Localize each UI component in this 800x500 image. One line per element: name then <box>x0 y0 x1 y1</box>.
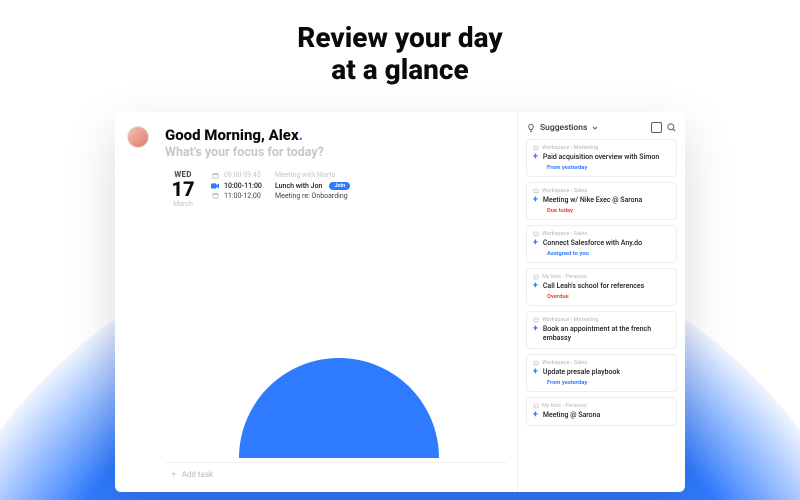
plus-icon: + <box>171 469 177 480</box>
suggestion-card[interactable]: Workspace › Sales + Meeting w/ Nike Exec @… <box>526 182 677 220</box>
layout-icon[interactable] <box>651 122 662 133</box>
suggestion-card[interactable]: My lists › Personal + Meeting @ Sarona <box>526 397 677 426</box>
card-title: Update presale playbook <box>543 368 620 377</box>
main-panel: Good Morning, Alex. What's your focus fo… <box>161 112 517 492</box>
folder-icon <box>533 145 539 151</box>
agenda-title: Meeting re: Onboarding <box>275 192 348 200</box>
card-meta: From yesterday <box>547 165 670 171</box>
card-breadcrumb: My lists › Personal <box>533 403 670 409</box>
card-title: Meeting w/ Nike Exec @ Sarona <box>543 196 642 205</box>
day-row: WED 17 March 09:00-09:45 Meeting with Ma… <box>165 170 507 208</box>
suggestion-cards: Workspace › Marketing + Paid acquisition o… <box>526 139 677 492</box>
card-breadcrumb: My lists › Personal <box>533 274 670 280</box>
suggestion-card[interactable]: Workspace › Sales + Connect Salesforce wit… <box>526 225 677 263</box>
join-button[interactable]: Join <box>329 182 350 190</box>
card-meta: Overdue <box>547 294 670 300</box>
marketing-line-1: Review your day <box>0 22 800 54</box>
add-icon[interactable]: + <box>533 325 538 343</box>
folder-icon <box>533 188 539 194</box>
app-window: Good Morning, Alex. What's your focus fo… <box>115 112 685 492</box>
suggestion-card[interactable]: My lists › Personal + Call Leah's school f… <box>526 268 677 306</box>
card-breadcrumb: Workspace › Marketing <box>533 317 670 323</box>
left-rail <box>115 112 161 492</box>
search-icon[interactable] <box>666 122 677 133</box>
card-breadcrumb: Workspace › Sales <box>533 360 670 366</box>
add-icon[interactable]: + <box>533 411 538 420</box>
add-task-input[interactable]: + Add task <box>165 462 507 486</box>
suggestion-card[interactable]: Workspace › Sales + Update presale playboo… <box>526 354 677 392</box>
card-title: Connect Salesforce with Any.do <box>543 239 642 248</box>
agenda: 09:00-09:45 Meeting with Marta 10:00-11:… <box>211 170 507 208</box>
avatar[interactable] <box>127 126 149 148</box>
card-meta: From yesterday <box>547 380 670 386</box>
folder-icon <box>533 403 539 409</box>
agenda-time: 11:00-12:00 <box>224 192 270 200</box>
agenda-time: 10:00-11:00 <box>224 182 270 190</box>
folder-icon <box>533 360 539 366</box>
agenda-title: Meeting with Marta <box>275 171 335 179</box>
date-day: 17 <box>165 179 201 199</box>
date-month: March <box>165 200 201 208</box>
chevron-down-icon <box>591 124 599 132</box>
card-breadcrumb: Workspace › Sales <box>533 231 670 237</box>
agenda-time: 09:00-09:45 <box>224 171 270 179</box>
suggestions-header[interactable]: Suggestions <box>526 122 677 133</box>
calendar-icon <box>211 192 219 199</box>
lightbulb-icon <box>526 123 536 133</box>
suggestion-card[interactable]: Workspace › Marketing + Paid acquisition o… <box>526 139 677 177</box>
marketing-heading: Review your day at a glance <box>0 0 800 86</box>
sun-illustration <box>239 358 439 458</box>
date-block: WED 17 March <box>165 170 201 208</box>
card-title: Call Leah's school for references <box>543 282 644 291</box>
card-meta: Assigned to you <box>547 251 670 257</box>
suggestion-card[interactable]: Workspace › Marketing + Book an appointmen… <box>526 311 677 349</box>
agenda-title: Lunch with Jon <box>275 182 322 190</box>
folder-icon <box>533 274 539 280</box>
video-icon <box>211 183 219 189</box>
card-title: Paid acquisition overview with Simon <box>543 153 659 162</box>
suggestions-label: Suggestions <box>540 123 587 133</box>
add-task-placeholder: Add task <box>182 470 213 479</box>
suggestions-panel: Suggestions Workspace › Marketing + Paid a… <box>517 112 685 492</box>
card-breadcrumb: Workspace › Sales <box>533 188 670 194</box>
folder-icon <box>533 317 539 323</box>
greeting: Good Morning, Alex. <box>165 126 507 144</box>
card-title: Meeting @ Sarona <box>543 411 600 420</box>
add-icon[interactable]: + <box>533 239 538 248</box>
calendar-icon <box>211 172 219 179</box>
folder-icon <box>533 231 539 237</box>
add-icon[interactable]: + <box>533 196 538 205</box>
marketing-line-2: at a glance <box>0 54 800 86</box>
agenda-item[interactable]: 10:00-11:00 Lunch with Jon Join <box>211 180 507 190</box>
card-breadcrumb: Workspace › Marketing <box>533 145 670 151</box>
greeting-text: Good Morning, Alex <box>165 126 299 144</box>
add-icon[interactable]: + <box>533 368 538 377</box>
add-icon[interactable]: + <box>533 153 538 162</box>
focus-prompt: What's your focus for today? <box>165 145 507 160</box>
agenda-item[interactable]: 11:00-12:00 Meeting re: Onboarding <box>211 191 507 201</box>
agenda-item[interactable]: 09:00-09:45 Meeting with Marta <box>211 170 507 180</box>
card-title: Book an appointment at the french embass… <box>543 325 670 343</box>
card-meta: Due today <box>547 208 670 214</box>
greeting-dot: . <box>299 126 303 144</box>
add-icon[interactable]: + <box>533 282 538 291</box>
